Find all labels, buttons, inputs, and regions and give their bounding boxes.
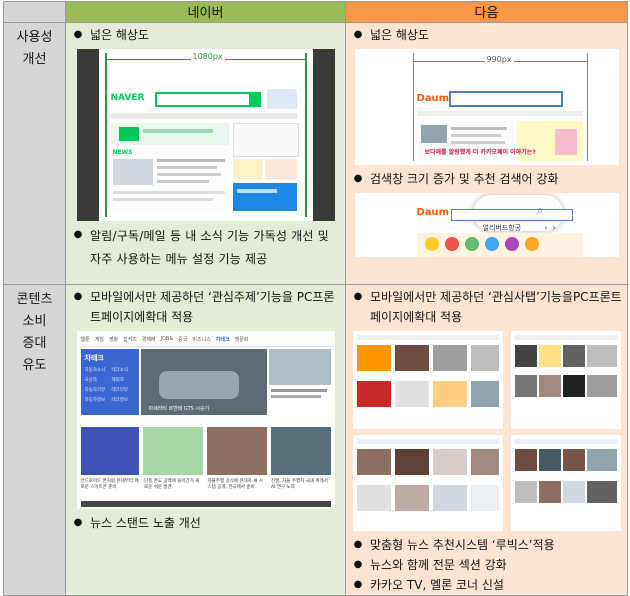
panel-item[interactable]: 테크소식 bbox=[112, 367, 139, 373]
bullet-item: ● 카카오 TV, 멜론 코너 신설 bbox=[347, 575, 627, 595]
panel-item[interactable]: 자동차소식 bbox=[85, 367, 112, 373]
bullet-dot-icon: ● bbox=[353, 291, 363, 302]
header-row: 네이버 다음 bbox=[3, 1, 628, 23]
tab-0[interactable]: 웹툰 bbox=[81, 336, 90, 343]
thumb-caption[interactable]: 자율주행 공식에 현대차 새 시스템 공개, 한국에서 준비 bbox=[208, 479, 268, 491]
bullet-text: 검색창 크기 증가 및 추천 검색어 강화 bbox=[370, 172, 559, 186]
bullet-dot-icon: ● bbox=[73, 29, 83, 40]
bullet-text: 뉴스와 함께 전문 섹션 강화 bbox=[370, 558, 507, 572]
thumb-caption[interactable]: 진행, 자율 주행차 국내 위에서 AI 연구 노력 bbox=[271, 479, 331, 491]
row-label-content: 콘텐츠 소비 증대 유도 bbox=[3, 284, 66, 596]
chevron-right-icon: › bbox=[552, 223, 556, 232]
daum-logo: Daum bbox=[416, 207, 450, 218]
bullet-dot-icon: ● bbox=[73, 517, 83, 528]
daum-content-cell: ● 모바일에서만 제공하던 ‘관심사탭’기능을PC프론트페이지에확대 적용 ● … bbox=[345, 284, 628, 596]
bullet-dot-icon: ● bbox=[73, 229, 83, 240]
panel-item[interactable]: 테크정보 bbox=[112, 397, 139, 403]
naver-homepage-screenshot: 1080px NAVER NEWS bbox=[76, 49, 335, 221]
bullet-text: 맞춤형 뉴스 추천시스템 ‘루빅스’적용 bbox=[370, 538, 555, 552]
bullet-item: ● 맞춤형 뉴스 추천시스템 ‘루빅스’적용 bbox=[347, 535, 627, 555]
row-label-content-line1: 콘텐츠 bbox=[16, 292, 53, 307]
panel-item[interactable]: 테크리뷰 bbox=[112, 387, 139, 393]
bullet-item: ● 넓은 해상도 bbox=[67, 25, 345, 45]
bullet-text: 카카오 TV, 멜론 코너 신설 bbox=[370, 578, 504, 592]
panel-item[interactable]: 자동차정보 bbox=[85, 397, 112, 403]
tab-6[interactable]: 중국 bbox=[178, 336, 187, 343]
tab-7[interactable]: 비즈니스 bbox=[192, 336, 210, 343]
bullet-text: 넓은 해상도 bbox=[370, 28, 430, 42]
daum-logo: Daum bbox=[416, 93, 450, 104]
bullet-item: ● 모바일에서만 제공하던 ‘관심주제’기능을 PC프론트페이지에확대 적용 bbox=[67, 287, 345, 327]
header-blank-cell bbox=[3, 1, 66, 23]
bullet-dot-icon: ● bbox=[353, 539, 363, 550]
bullet-dot-icon: ● bbox=[73, 291, 83, 302]
tab-4[interactable]: 경제M bbox=[142, 336, 156, 343]
width-label: 990px bbox=[484, 55, 514, 64]
tab-1[interactable]: 게임 bbox=[95, 336, 104, 343]
bullet-item: ● 넓은 해상도 bbox=[347, 25, 627, 45]
comparison-table: 네이버 다음 사용성 개선 ● 넓은 해상도 1080px NAVER NEWS… bbox=[3, 1, 628, 596]
bullet-text: 넓은 해상도 bbox=[90, 28, 150, 42]
row-label-usability: 사용성 개선 bbox=[3, 22, 66, 285]
naver-content-cell: ● 모바일에서만 제공하던 ‘관심주제’기능을 PC프론트페이지에확대 적용 웹… bbox=[65, 284, 346, 596]
bullet-text: 알림/구독/메일 등 내 소식 기능 가독성 개선 및 자주 사용하는 메뉴 설… bbox=[90, 229, 329, 266]
row-label-usability-line2: 개선 bbox=[22, 52, 47, 67]
bullet-dot-icon: ● bbox=[353, 29, 363, 40]
search-input bbox=[448, 91, 563, 107]
bullet-item: ● 모바일에서만 제공하던 ‘관심사탭’기능을PC프론트페이지에확대 적용 bbox=[347, 287, 627, 327]
naver-topic-screenshot: 웹툰 게임 영화 힙커즈 경제M JOB& 중국 비즈니스 차테크 책문화 차테크 자동차소식 테크… bbox=[76, 331, 335, 509]
row-label-usability-line1: 사용성 bbox=[16, 30, 53, 45]
naver-logo: NAVER bbox=[110, 93, 145, 103]
tab-9[interactable]: 책문화 bbox=[235, 336, 249, 343]
tab-3[interactable]: 힙커즈 bbox=[123, 336, 137, 343]
bullet-text: 뉴스 스탠드 노출 개선 bbox=[90, 516, 201, 530]
thumb-caption[interactable]: 단종 폰도 공백에 들어간가 새로운 쉬운 발견 bbox=[144, 479, 204, 491]
daum-search-screenshot: Daum ⌕ 얼리버드항공 ‹ › bbox=[354, 193, 619, 257]
bullet-item: ● 뉴스와 함께 전문 섹션 강화 bbox=[347, 555, 627, 575]
naver-usability-cell: ● 넓은 해상도 1080px NAVER NEWS ● 알림/구독/메일 등 … bbox=[65, 22, 346, 285]
row-label-content-line4: 유도 bbox=[22, 358, 47, 373]
daum-usability-cell: ● 넓은 해상도 990px Daum 보다에를 알랑했게 더 카카오페이 이야… bbox=[345, 22, 628, 285]
panel-title: 차테크 bbox=[84, 354, 104, 362]
tab-5[interactable]: JOB& bbox=[160, 336, 173, 342]
row-usability: 사용성 개선 ● 넓은 해상도 1080px NAVER NEWS ● 알림/구… bbox=[3, 22, 628, 285]
daum-homepage-screenshot: 990px Daum 보다에를 알랑했게 더 카카오페이 이야기는? bbox=[354, 49, 619, 165]
search-input bbox=[450, 209, 573, 221]
bullet-text: 모바일에서만 제공하던 ‘관심사탭’기능을PC프론트페이지에확대 적용 bbox=[370, 290, 622, 324]
width-label: 1080px bbox=[190, 52, 225, 61]
panel-item[interactable]: 국산차 bbox=[85, 377, 112, 383]
bullet-dot-icon: ● bbox=[353, 559, 363, 570]
search-suggestion: 얼리버드항공 bbox=[482, 224, 522, 232]
news-title: NEWS bbox=[112, 149, 133, 156]
bullet-dot-icon: ● bbox=[353, 173, 363, 184]
header-daum: 다음 bbox=[345, 1, 628, 23]
panel-item[interactable]: 해외차 bbox=[112, 377, 139, 383]
header-naver: 네이버 bbox=[65, 1, 346, 23]
row-label-content-line3: 증대 bbox=[22, 336, 47, 351]
tab-2[interactable]: 영화 bbox=[109, 336, 118, 343]
tab-8[interactable]: 차테크 bbox=[216, 336, 230, 343]
banner-text: 보다에를 알랑했게 더 카카오페이 이야기는? bbox=[424, 149, 536, 156]
search-icon: ⌕ bbox=[536, 203, 544, 217]
bullet-item: ● 뉴스 스탠드 노출 개선 bbox=[67, 513, 345, 533]
bullet-item: ● 알림/구독/메일 등 내 소식 기능 가독성 개선 및 자주 사용하는 메뉴… bbox=[67, 225, 345, 271]
row-content: 콘텐츠 소비 증대 유도 ● 모바일에서만 제공하던 ‘관심주제’기능을 PC프… bbox=[3, 284, 628, 596]
bullet-text: 모바일에서만 제공하던 ‘관심주제’기능을 PC프론트페이지에확대 적용 bbox=[90, 290, 335, 324]
daum-topic-screenshot bbox=[352, 331, 621, 531]
big-caption: 마세라티 르반테 GTS 시승기 bbox=[148, 406, 210, 412]
panel-item[interactable]: 자동차리뷰 bbox=[85, 387, 112, 393]
search-input bbox=[154, 92, 251, 107]
thumb-caption[interactable]: 안드로이드 폰처럼 현대부터 페로운 스마트폰 준비 bbox=[81, 479, 141, 491]
chevron-left-icon: ‹ bbox=[544, 223, 548, 232]
row-label-content-line2: 소비 bbox=[22, 314, 47, 329]
bullet-dot-icon: ● bbox=[353, 579, 363, 590]
bullet-item: ● 검색창 크기 증가 및 추천 검색어 강화 bbox=[347, 169, 627, 189]
